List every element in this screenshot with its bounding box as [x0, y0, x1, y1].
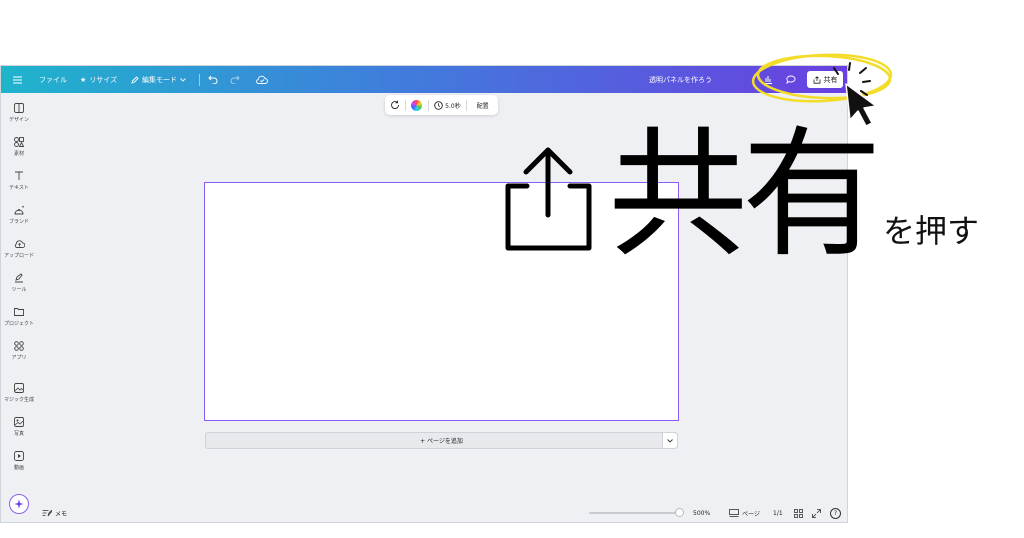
share-annotation-text: 共有 [608, 114, 882, 277]
yellow-circle-highlight [751, 53, 893, 103]
press-annotation-text: を押す [883, 212, 980, 250]
large-share-icon [505, 147, 592, 251]
